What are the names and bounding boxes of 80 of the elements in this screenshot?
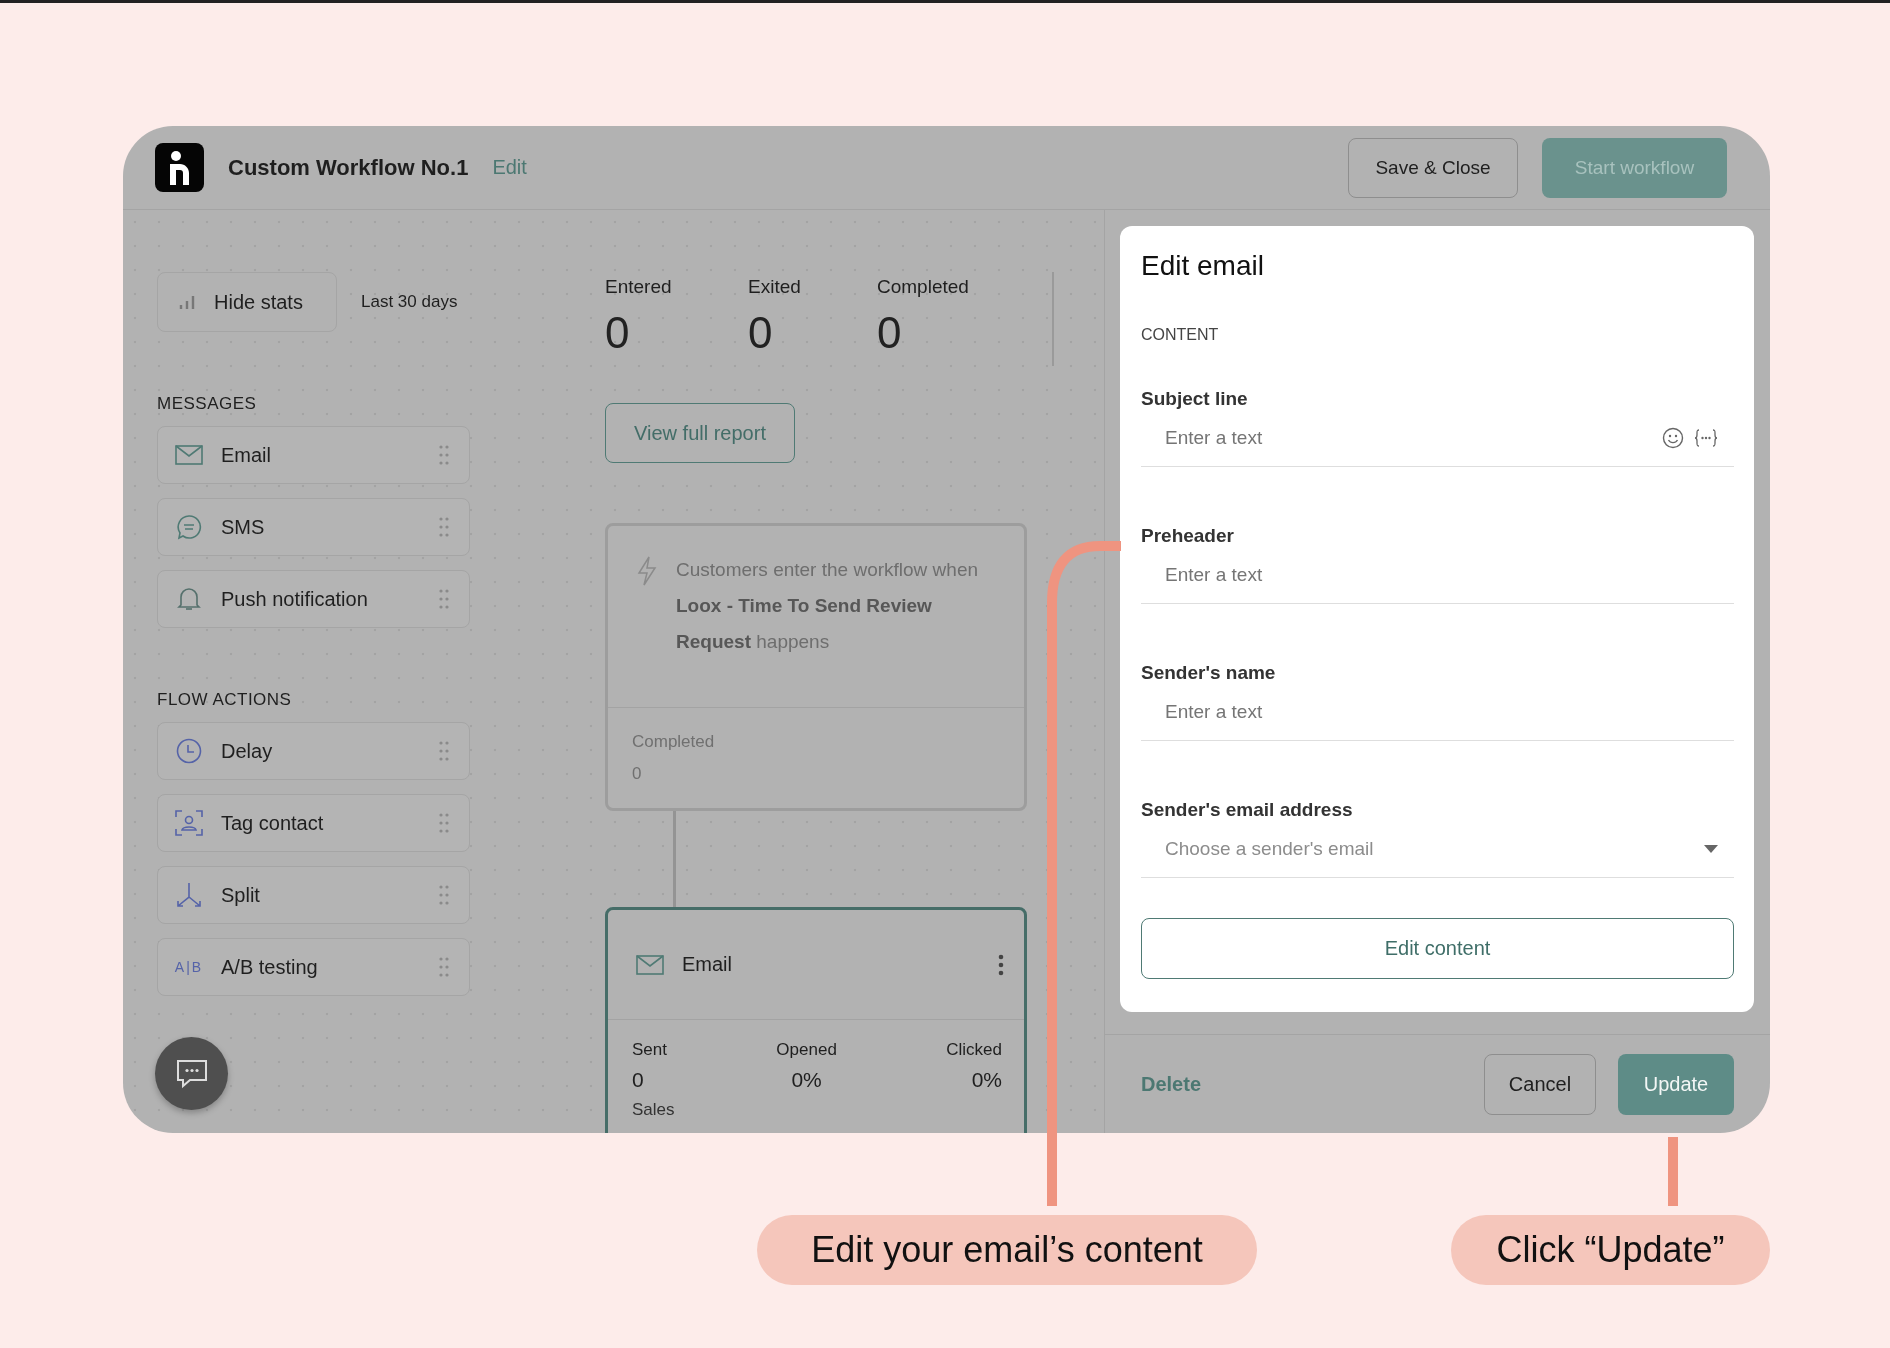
drag-handle-icon[interactable]: [439, 589, 449, 609]
clock-icon: [176, 738, 202, 764]
field-label: Subject line: [1141, 388, 1249, 410]
date-range-label: Last 30 days: [361, 292, 458, 312]
drag-handle-icon[interactable]: [439, 741, 449, 761]
dropdown-caret-icon[interactable]: [1704, 845, 1718, 853]
panel-title: Edit email: [1141, 250, 1265, 282]
stat-value: 0: [748, 308, 774, 358]
palette-item[interactable]: A|B A/B testing: [157, 938, 470, 996]
callout-label: Click “Update”: [1451, 1215, 1770, 1285]
palette-item[interactable]: Split: [157, 866, 470, 924]
palette-item-label: Push notification: [221, 587, 369, 611]
field-label: Sender's email address: [1141, 799, 1354, 821]
palette-item-label: SMS: [221, 515, 266, 539]
section-heading: FLOW ACTIONS: [157, 690, 293, 710]
email-stat-value: 0%: [790, 1068, 823, 1092]
more-options-icon[interactable]: [998, 953, 1004, 976]
stat-value: 0: [605, 308, 631, 358]
bar-chart-icon: [178, 293, 196, 311]
bell-icon: [177, 586, 201, 612]
drag-handle-icon[interactable]: [439, 957, 449, 977]
email-stat-value: 0%: [970, 1068, 1002, 1092]
text-field[interactable]: Enter a text: [1141, 684, 1734, 741]
stat-label: Completed: [877, 276, 970, 298]
stat-label: Entered: [605, 276, 673, 298]
drag-handle-icon[interactable]: [439, 445, 449, 465]
section-heading: CONTENT: [1141, 326, 1220, 344]
stat-value: 0: [877, 308, 903, 358]
chat-icon: [175, 1058, 208, 1089]
trigger-description: Customers enter the workflow when Loox - Time To Send Review Request happens: [676, 558, 979, 654]
select-placeholder: Choose a sender's email: [1165, 838, 1375, 860]
trigger-stat-value: 0: [632, 763, 643, 785]
palette-item[interactable]: Delay: [157, 722, 470, 780]
palette-item[interactable]: Push notification: [157, 570, 470, 628]
email-stat-label: Sent: [632, 1040, 667, 1060]
email-stat-label: Clicked: [946, 1040, 1002, 1060]
ab-icon: A|B: [174, 959, 204, 975]
app-logo[interactable]: [155, 143, 204, 192]
hide-stats-button[interactable]: Hide stats: [157, 272, 337, 332]
variable-braces-icon[interactable]: [1694, 429, 1718, 447]
section-heading: MESSAGES: [157, 394, 258, 414]
chat-button[interactable]: [155, 1037, 228, 1110]
email-stat-label: Opened: [776, 1040, 837, 1060]
field-label: Sender's name: [1141, 662, 1277, 684]
palette-item[interactable]: Email: [157, 426, 470, 484]
palette-item-label: Email: [221, 443, 272, 467]
emoji-icon[interactable]: [1662, 427, 1684, 449]
split-arrows-icon: [176, 882, 202, 908]
chat-bubble-icon: [176, 514, 202, 540]
callout-label: Edit your email’s content: [757, 1215, 1257, 1285]
palette-item-label: Split: [221, 883, 261, 907]
text-input[interactable]: Enter a text: [1165, 697, 1718, 727]
drag-handle-icon[interactable]: [439, 813, 449, 833]
palette-item[interactable]: Tag contact: [157, 794, 470, 852]
envelope-icon: [636, 954, 664, 975]
edit-content-button[interactable]: Edit content: [1141, 918, 1734, 979]
workflow-title: Custom Workflow No.1: [228, 154, 469, 181]
palette-item-label: Tag contact: [221, 811, 325, 835]
stat-label: Exited: [748, 276, 802, 298]
drag-handle-icon[interactable]: [439, 517, 449, 537]
text-field[interactable]: Enter a text: [1141, 410, 1734, 467]
email-node-title: Email: [682, 953, 733, 976]
palette-item-label: A/B testing: [221, 955, 319, 979]
person-frame-icon: [175, 810, 203, 836]
palette-item-label: Delay: [221, 739, 274, 763]
envelope-icon: [175, 445, 203, 465]
email-stat-label: Sales: [631, 1099, 676, 1121]
drag-handle-icon[interactable]: [439, 885, 449, 905]
lightning-icon: [636, 556, 658, 586]
text-input[interactable]: Enter a text: [1165, 423, 1652, 453]
cancel-button[interactable]: Cancel: [1484, 1053, 1596, 1115]
email-node-card[interactable]: Email Sent 0 Opened 0% Clicked 0% Sales: [605, 907, 1027, 1133]
trigger-stat-label: Completed: [632, 731, 716, 753]
text-field[interactable]: Enter a text: [1141, 547, 1734, 604]
callout-line: [1668, 1137, 1678, 1206]
save-close-button[interactable]: Save & Close: [1348, 137, 1518, 198]
palette-item[interactable]: SMS: [157, 498, 470, 556]
field-label: Preheader: [1141, 525, 1235, 547]
email-stat-value: 0: [632, 1068, 645, 1092]
text-input[interactable]: Enter a text: [1165, 560, 1718, 590]
